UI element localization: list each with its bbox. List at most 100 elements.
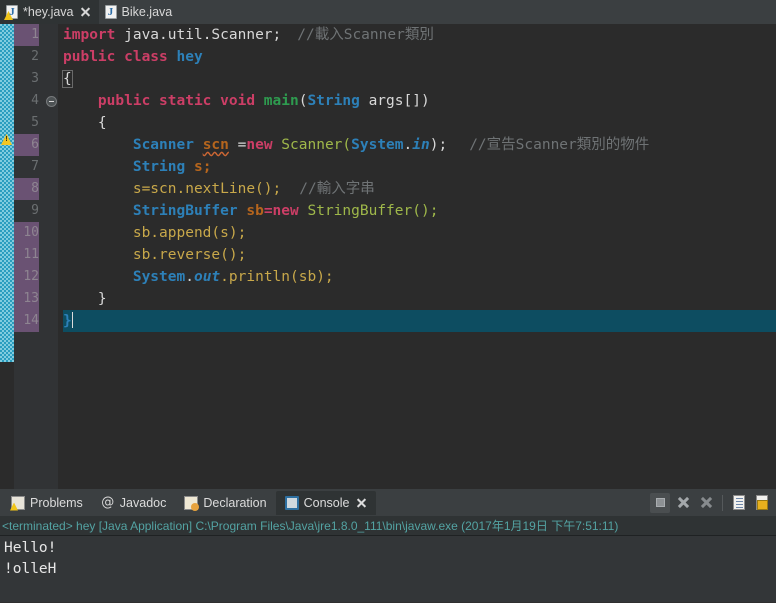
line-number: 13 [14, 288, 39, 310]
token-brace: } [97, 291, 107, 307]
panel-tab-label: Declaration [203, 495, 267, 510]
console-output[interactable]: Hello! !olleH [0, 536, 776, 602]
token-statement: sb.reverse(); [132, 247, 247, 263]
token-comment: //輸入字串 [299, 181, 375, 197]
token-keyword: new [246, 137, 273, 153]
code-editor[interactable]: 1 2 3 4 5 6 7 8 9 10 11 12 13 14 import … [0, 24, 776, 489]
code-line-7: String s; [63, 156, 776, 178]
code-line-9: StringBuffer sb=new StringBuffer(); [63, 200, 776, 222]
line-number: 5 [31, 115, 39, 130]
panel-tab-problems[interactable]: Problems [2, 491, 92, 515]
panel-tab-console[interactable]: Console [275, 490, 377, 515]
text-caret [71, 312, 73, 328]
line-number: 10 [14, 222, 39, 244]
token-type: String [132, 159, 186, 175]
tab-bar-filler [180, 0, 776, 24]
scroll-lock-button[interactable] [752, 493, 772, 513]
token-keyword: new [272, 203, 299, 219]
code-line-8: s=scn.nextLine(); //輸入字串 [63, 178, 776, 200]
token-variable: scn [202, 137, 229, 153]
line-number-gutter: 1 2 3 4 5 6 7 8 9 10 11 12 13 14 [14, 24, 44, 489]
code-line-11: sb.reverse(); [63, 244, 776, 266]
line-number: 8 [14, 178, 39, 200]
line-number: 2 [31, 49, 39, 64]
java-file-icon [4, 5, 18, 20]
javadoc-icon: @ [101, 494, 115, 510]
line-number: 14 [14, 310, 39, 332]
console-toolbar [650, 492, 776, 513]
token-method-call: .println(sb); [220, 269, 334, 285]
line-number: 1 [14, 24, 39, 46]
panel-tab-label: Console [303, 495, 350, 510]
token-type: System [132, 269, 186, 285]
close-icon[interactable] [356, 497, 367, 508]
code-line-12: System.out.println(sb); [63, 266, 776, 288]
close-icon[interactable] [79, 6, 91, 18]
line-number: 4 [31, 93, 39, 108]
token-operator: = [263, 203, 273, 219]
token-comment: //載入Scanner類別 [297, 27, 434, 43]
token-variable: s; [185, 159, 212, 175]
token-brace: } [63, 313, 72, 329]
code-line-14: } [63, 310, 776, 332]
close-all-x-icon [700, 496, 713, 509]
token-param: args[]) [359, 93, 430, 109]
panel-tab-label: Javadoc [119, 495, 167, 510]
token-type: Scanner [132, 137, 194, 153]
panel-tab-label: Problems [30, 495, 83, 510]
toolbar-divider [722, 494, 723, 511]
line-number: 3 [31, 71, 39, 86]
token-comment: //宣告Scanner類別的物件 [469, 137, 650, 153]
code-line-10: sb.append(s); [63, 222, 776, 244]
code-line-5: { [63, 112, 776, 134]
editor-tab-label: *hey.java [23, 5, 74, 19]
line-number: 6 [14, 134, 39, 156]
code-folding-column[interactable] [44, 24, 58, 489]
code-line-2: public class hey [63, 46, 776, 68]
token-keyword: public static void [97, 93, 256, 109]
token-class-name: hey [167, 49, 203, 65]
code-line-1: import java.util.Scanner; //載入Scanner類別 [63, 24, 776, 46]
console-icon [284, 495, 299, 510]
code-line-3: { [62, 68, 776, 90]
token-statement: sb.append(s); [132, 225, 247, 241]
panel-tab-javadoc[interactable]: @ Javadoc [92, 491, 176, 515]
token-type: String [307, 93, 360, 109]
code-line-13: } [63, 288, 776, 310]
console-output-line: !olleH [4, 561, 57, 577]
token-type: StringBuffer [132, 203, 238, 219]
token-keyword: public class [63, 49, 168, 65]
token-dot: . [185, 269, 194, 285]
remove-all-button[interactable] [696, 493, 716, 513]
token-keyword: import [63, 27, 116, 43]
token-constructor: Scanner( [272, 137, 352, 153]
editor-tab-label: Bike.java [121, 5, 173, 19]
token-method-name: main [263, 93, 299, 109]
java-file-icon [104, 5, 117, 19]
clear-console-button[interactable] [729, 493, 749, 513]
code-text-area[interactable]: import java.util.Scanner; //載入Scanner類別 p… [58, 24, 776, 489]
token-statement: s=scn.nextLine(); [132, 181, 282, 197]
editor-tab-bar: *hey.java Bike.java [0, 0, 776, 24]
code-line-4: public static void main(String args[]) [63, 90, 776, 112]
close-x-icon [677, 496, 690, 509]
token-package: java.util.Scanner; [115, 27, 282, 43]
problems-icon [11, 495, 25, 510]
token-type: System [351, 137, 404, 153]
panel-tab-declaration[interactable]: Declaration [175, 491, 275, 515]
line-number: 7 [31, 159, 39, 174]
remove-launch-button[interactable] [673, 493, 693, 513]
terminate-button[interactable] [650, 492, 670, 513]
editor-tab-hey-java[interactable]: *hey.java [0, 0, 99, 24]
console-output-line: Hello! [4, 540, 57, 556]
collapse-method-icon[interactable] [46, 96, 57, 107]
line-number: 11 [14, 244, 39, 266]
editor-tab-bike-java[interactable]: Bike.java [98, 0, 181, 24]
stop-square-icon [655, 498, 665, 507]
line-number: 9 [31, 203, 39, 218]
token-dot: . [403, 137, 413, 153]
console-launch-status: <terminated> hey [Java Application] C:\P… [0, 516, 776, 536]
lock-document-icon [756, 495, 768, 510]
token-variable: sb [237, 203, 264, 219]
bottom-panel-tab-bar: Problems @ Javadoc Declaration Console [0, 489, 776, 516]
